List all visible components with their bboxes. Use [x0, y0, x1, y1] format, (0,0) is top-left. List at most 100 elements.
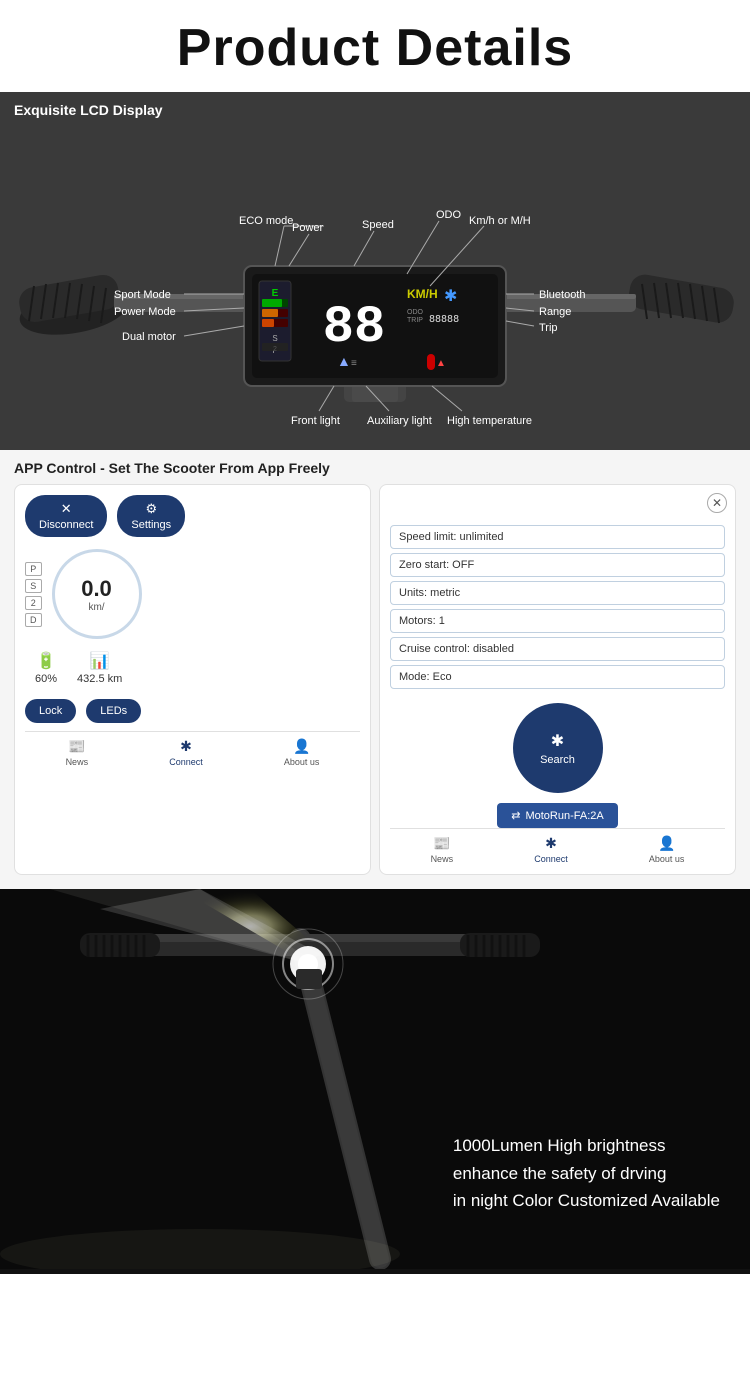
- leds-label: LEDs: [100, 705, 127, 717]
- search-label: Search: [540, 754, 575, 766]
- section-lcd: Exquisite LCD Display: [0, 92, 750, 450]
- svg-text:Front light: Front light: [291, 415, 340, 427]
- lcd-wrapper: E S P 2 88 KM/H ✱ ODO TRIP 88888: [14, 126, 736, 436]
- leds-button[interactable]: LEDs: [86, 699, 141, 723]
- settings-button[interactable]: ⚙ Settings: [117, 495, 185, 537]
- svg-text:High temperature: High temperature: [447, 415, 532, 427]
- nav-news-label-left: News: [66, 757, 89, 767]
- distance-icon: 📊: [90, 651, 110, 671]
- stats-row: 🔋 60% 📊 432.5 km: [35, 651, 360, 685]
- app-bottom-nav-right: 📰 News ✱ Connect 👤 About us: [390, 828, 725, 864]
- app-bottom-nav-left: 📰 News ✱ Connect 👤 About us: [25, 731, 360, 767]
- svg-text:Dual motor: Dual motor: [122, 331, 176, 343]
- section-app-label: APP Control - Set The Scooter From App F…: [14, 460, 736, 476]
- svg-text:Range: Range: [539, 306, 571, 318]
- speed-value: 0.0: [81, 576, 112, 602]
- headlight-line2: enhance the safety of drving: [453, 1160, 720, 1187]
- battery-pct: 60%: [35, 673, 57, 685]
- mode-s: S: [25, 579, 42, 593]
- svg-text:Trip: Trip: [539, 322, 558, 334]
- connect-icon-right: ✱: [545, 835, 557, 852]
- svg-text:ODO: ODO: [407, 309, 424, 316]
- units-item: Units: metric: [390, 581, 725, 605]
- battery-icon: 🔋: [36, 651, 56, 671]
- search-icon: ✱: [551, 731, 564, 751]
- nav-about-label-right: About us: [649, 854, 685, 864]
- news-icon-left: 📰: [68, 738, 85, 755]
- motors-item: Motors: 1: [390, 609, 725, 633]
- settings-label: Settings: [131, 519, 171, 531]
- device-connect-button[interactable]: ⇄ MotoRun-FA:2A: [497, 803, 617, 828]
- svg-text:ECO mode: ECO mode: [239, 215, 293, 227]
- mode-d: D: [25, 613, 42, 627]
- page-title: Product Details: [10, 18, 740, 78]
- svg-text:TRIP: TRIP: [407, 317, 423, 324]
- disconnect-label: Disconnect: [39, 519, 93, 531]
- nav-news-label-right: News: [431, 854, 454, 864]
- svg-text:88: 88: [323, 298, 385, 357]
- lock-button[interactable]: Lock: [25, 699, 76, 723]
- svg-text:E: E: [272, 288, 279, 299]
- search-button[interactable]: ✱ Search: [513, 703, 603, 793]
- section-app: APP Control - Set The Scooter From App F…: [0, 450, 750, 889]
- device-connect-icon: ⇄: [511, 809, 520, 822]
- svg-text:88888: 88888: [429, 314, 459, 325]
- headlight-line3: in night Color Customized Available: [453, 1187, 720, 1214]
- svg-text:2: 2: [273, 346, 277, 353]
- page-header: Product Details: [0, 0, 750, 92]
- app-panels-container: ✕ Disconnect ⚙ Settings P S 2 D 0.0: [14, 484, 736, 875]
- nav-connect-left[interactable]: ✱ Connect: [169, 738, 203, 767]
- lock-label: Lock: [39, 705, 62, 717]
- device-name-label: MotoRun-FA:2A: [525, 810, 603, 822]
- svg-text:Auxiliary light: Auxiliary light: [367, 415, 432, 427]
- settings-list: Speed limit: unlimited Zero start: OFF U…: [390, 525, 725, 693]
- battery-stat: 🔋 60%: [35, 651, 57, 685]
- nav-news-right[interactable]: 📰 News: [431, 835, 454, 864]
- nav-connect-label-left: Connect: [169, 757, 203, 767]
- settings-icon: ⚙: [145, 501, 157, 517]
- disconnect-icon: ✕: [61, 501, 72, 517]
- svg-text:Speed: Speed: [362, 219, 394, 231]
- app-bottom-buttons: Lock LEDs: [25, 699, 360, 723]
- svg-text:▲: ▲: [436, 358, 446, 369]
- disconnect-button[interactable]: ✕ Disconnect: [25, 495, 107, 537]
- mode-indicators: P S 2 D: [25, 562, 42, 627]
- mode-2: 2: [25, 596, 42, 610]
- headlight-line1: 1000Lumen High brightness: [453, 1132, 720, 1159]
- news-icon-right: 📰: [433, 835, 450, 852]
- section-lcd-label: Exquisite LCD Display: [14, 102, 736, 118]
- mode-p: P: [25, 562, 42, 576]
- close-button[interactable]: ✕: [707, 493, 727, 513]
- svg-text:Power: Power: [292, 222, 324, 234]
- nav-about-label-left: About us: [284, 757, 320, 767]
- nav-about-left[interactable]: 👤 About us: [284, 738, 320, 767]
- svg-text:KM/H: KM/H: [407, 287, 438, 301]
- speedometer-circle: 0.0 km/: [52, 549, 142, 639]
- nav-news-left[interactable]: 📰 News: [66, 738, 89, 767]
- nav-about-right[interactable]: 👤 About us: [649, 835, 685, 864]
- app-top-buttons: ✕ Disconnect ⚙ Settings: [25, 495, 360, 537]
- section-headlight: 1000Lumen High brightness enhance the sa…: [0, 889, 750, 1274]
- mode-item: Mode: Eco: [390, 665, 725, 689]
- svg-text:S: S: [272, 334, 277, 343]
- about-icon-right: 👤: [658, 835, 675, 852]
- svg-text:▲: ▲: [337, 353, 351, 369]
- about-icon-left: 👤: [293, 738, 310, 755]
- app-left-panel: ✕ Disconnect ⚙ Settings P S 2 D 0.0: [14, 484, 371, 875]
- headlight-description: 1000Lumen High brightness enhance the sa…: [453, 1132, 720, 1214]
- nav-connect-right[interactable]: ✱ Connect: [534, 835, 568, 864]
- distance-stat: 📊 432.5 km: [77, 651, 122, 685]
- cruise-control-item: Cruise control: disabled: [390, 637, 725, 661]
- svg-text:≡: ≡: [351, 358, 357, 369]
- speed-unit: km/: [88, 602, 104, 613]
- app-right-panel: ✕ Speed limit: unlimited Zero start: OFF…: [379, 484, 736, 875]
- lcd-scene-svg: E S P 2 88 KM/H ✱ ODO TRIP 88888: [14, 126, 736, 436]
- distance-value: 432.5 km: [77, 673, 122, 685]
- svg-text:Km/h or M/H: Km/h or M/H: [469, 215, 531, 227]
- speedometer-area: P S 2 D 0.0 km/: [25, 549, 360, 639]
- svg-text:✱: ✱: [444, 288, 457, 305]
- svg-text:ODO: ODO: [436, 209, 462, 221]
- zero-start-item: Zero start: OFF: [390, 553, 725, 577]
- speed-limit-item: Speed limit: unlimited: [390, 525, 725, 549]
- svg-text:Bluetooth: Bluetooth: [539, 289, 585, 301]
